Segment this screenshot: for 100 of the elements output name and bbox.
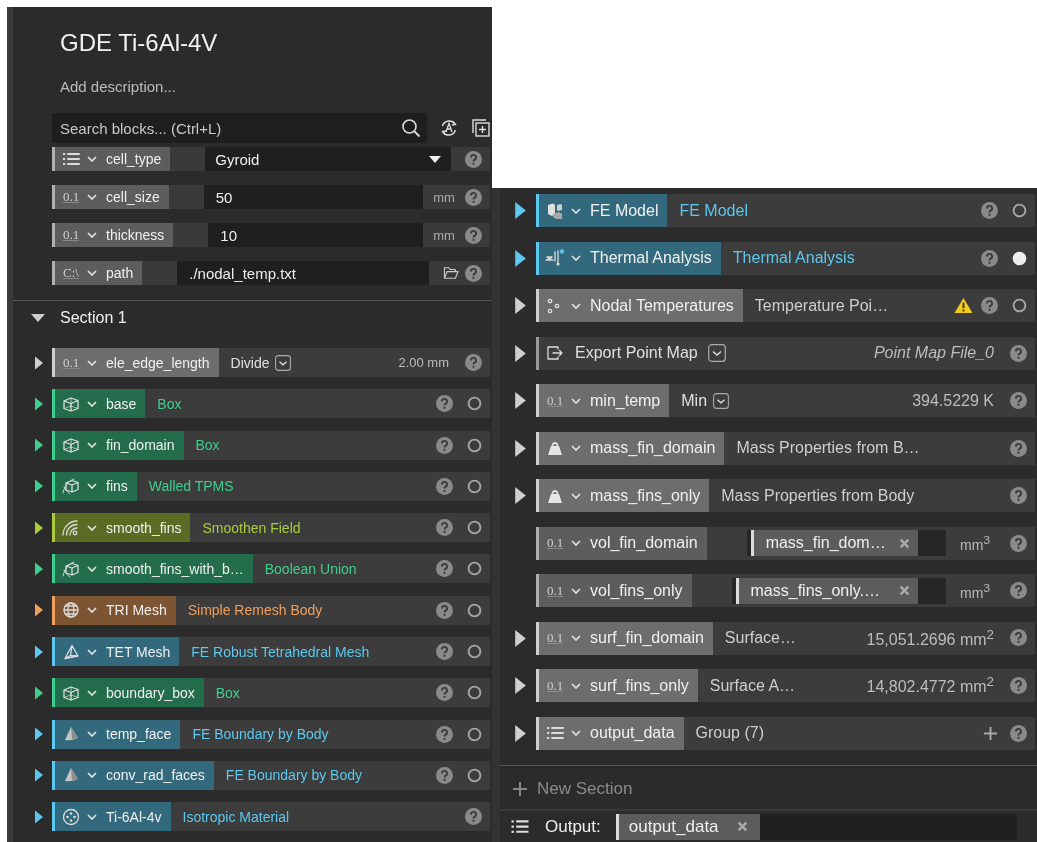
block-name-button[interactable]: base: [52, 389, 146, 419]
block-name-button[interactable]: mass_fins_only: [536, 479, 710, 512]
help-icon[interactable]: [436, 684, 453, 702]
help-icon[interactable]: [436, 519, 453, 537]
help-icon[interactable]: [981, 249, 998, 267]
block-name-button[interactable]: TET Mesh: [52, 637, 180, 667]
help-icon[interactable]: [1010, 724, 1027, 742]
help-icon[interactable]: [981, 297, 998, 314]
remove-icon[interactable]: [899, 585, 910, 596]
remove-icon[interactable]: [736, 821, 748, 832]
block-name-button[interactable]: boundary_box: [52, 678, 204, 708]
block-name-button[interactable]: temp_face: [52, 719, 181, 749]
block-name-button[interactable]: 0.1 surf_fins_only: [536, 669, 698, 702]
help-icon[interactable]: [436, 560, 453, 578]
expand-arrow-icon[interactable]: [515, 344, 526, 362]
expand-arrow-icon[interactable]: [35, 396, 43, 411]
block-name-button[interactable]: FE Model: [536, 194, 668, 227]
path-field[interactable]: ./nodal_temp.txt: [177, 261, 429, 285]
number-field[interactable]: 50: [203, 185, 423, 209]
collapse-arrow-icon[interactable]: [31, 314, 45, 322]
expand-arrow-icon[interactable]: [515, 249, 526, 267]
new-section-button[interactable]: New Section: [512, 779, 633, 799]
auto-layout-icon[interactable]: [439, 118, 459, 138]
block-name-button[interactable]: 0.1 vol_fin_domain: [536, 526, 707, 560]
expand-arrow-icon[interactable]: [35, 809, 43, 824]
help-icon[interactable]: [436, 436, 453, 454]
output-field[interactable]: output_data: [615, 813, 1017, 840]
expand-arrow-icon[interactable]: [35, 768, 43, 783]
expand-arrow-icon[interactable]: [35, 479, 43, 494]
operation-dropdown[interactable]: Min: [681, 391, 730, 410]
number-field[interactable]: 10: [208, 223, 423, 247]
expand-arrow-icon[interactable]: [35, 644, 43, 659]
block-name-button[interactable]: 0.1 min_temp: [536, 384, 670, 417]
block-name-button[interactable]: output_data: [536, 716, 684, 750]
parameter-name-button[interactable]: 0.1 thickness: [52, 223, 174, 247]
help-icon[interactable]: [1010, 629, 1027, 647]
expand-arrow-icon[interactable]: [35, 355, 43, 370]
parameter-name-button[interactable]: 0.1 cell_size: [52, 185, 169, 209]
expand-arrow-icon[interactable]: [515, 392, 526, 409]
help-icon[interactable]: [1010, 582, 1027, 599]
expand-arrow-icon[interactable]: [35, 520, 43, 535]
operation-dropdown[interactable]: Divide: [230, 354, 292, 371]
expand-arrow-icon[interactable]: [515, 297, 526, 314]
block-name-button[interactable]: mass_fin_domain: [536, 431, 725, 465]
help-icon[interactable]: [1010, 439, 1027, 457]
dropdown-field[interactable]: Gyroid: [205, 147, 451, 171]
help-icon[interactable]: [981, 202, 998, 219]
help-icon[interactable]: [1010, 534, 1027, 552]
block-name-button[interactable]: Nodal Temperatures: [536, 289, 743, 322]
list-icon[interactable]: [510, 818, 530, 835]
output-tag[interactable]: output_data: [615, 813, 760, 840]
block-name-button[interactable]: fin_domain: [52, 430, 184, 460]
help-icon[interactable]: [465, 150, 482, 168]
help-icon[interactable]: [1010, 392, 1027, 409]
reference-field[interactable]: mass_fin_dom…: [746, 530, 946, 556]
expand-arrow-icon[interactable]: [515, 439, 526, 457]
search-field[interactable]: Search blocks... (Ctrl+L): [52, 113, 427, 143]
search-icon[interactable]: [401, 118, 421, 138]
block-name-button[interactable]: smooth_fins: [52, 513, 191, 543]
block-name-button[interactable]: Ti-6Al-4v: [52, 802, 171, 832]
help-icon[interactable]: [436, 395, 453, 413]
help-icon[interactable]: [436, 766, 453, 784]
block-name-button[interactable]: Thermal Analysis: [536, 241, 721, 275]
help-icon[interactable]: [1010, 677, 1027, 694]
help-icon[interactable]: [436, 477, 453, 495]
block-name-button[interactable]: 0.1 ele_edge_length: [52, 348, 219, 377]
help-icon[interactable]: [436, 725, 453, 743]
block-name-button[interactable]: 0.1 surf_fin_domain: [536, 621, 713, 655]
expand-arrow-icon[interactable]: [515, 202, 526, 219]
expand-arrow-icon[interactable]: [35, 603, 43, 618]
help-icon[interactable]: [436, 643, 453, 661]
reference-tag[interactable]: mass_fin_dom…: [750, 530, 918, 556]
parameter-name-button[interactable]: cell_type: [52, 147, 171, 171]
description-field[interactable]: Add description...: [60, 77, 176, 97]
expand-arrow-icon[interactable]: [515, 677, 526, 694]
block-name-button[interactable]: TRI Mesh: [52, 595, 176, 625]
remove-icon[interactable]: [899, 537, 910, 549]
parameter-name-button[interactable]: C:\ path: [52, 261, 143, 285]
block-name-button[interactable]: conv_rad_faces: [52, 760, 214, 790]
help-icon[interactable]: [436, 601, 453, 619]
block-name-button[interactable]: 0.1 vol_fins_only: [536, 574, 692, 607]
help-icon[interactable]: [465, 188, 482, 206]
folder-icon[interactable]: [443, 266, 459, 280]
expand-arrow-icon[interactable]: [515, 629, 526, 647]
expand-arrow-icon[interactable]: [35, 685, 43, 700]
expand-arrow-icon[interactable]: [515, 724, 526, 742]
block-name-button[interactable]: fins: [52, 471, 137, 501]
dropdown-caret-icon[interactable]: [707, 344, 726, 362]
help-icon[interactable]: [465, 226, 482, 244]
expand-arrow-icon[interactable]: [35, 727, 43, 742]
help-icon[interactable]: [465, 808, 482, 826]
help-icon[interactable]: [1010, 344, 1027, 362]
add-icon[interactable]: [983, 725, 998, 741]
help-icon[interactable]: [465, 354, 482, 371]
block-name-button[interactable]: smooth_fins_with_b…: [52, 554, 253, 584]
expand-arrow-icon[interactable]: [515, 487, 526, 504]
expand-arrow-icon[interactable]: [35, 562, 43, 576]
help-icon[interactable]: [1010, 487, 1027, 504]
add-block-icon[interactable]: [471, 118, 491, 138]
expand-arrow-icon[interactable]: [35, 438, 43, 453]
